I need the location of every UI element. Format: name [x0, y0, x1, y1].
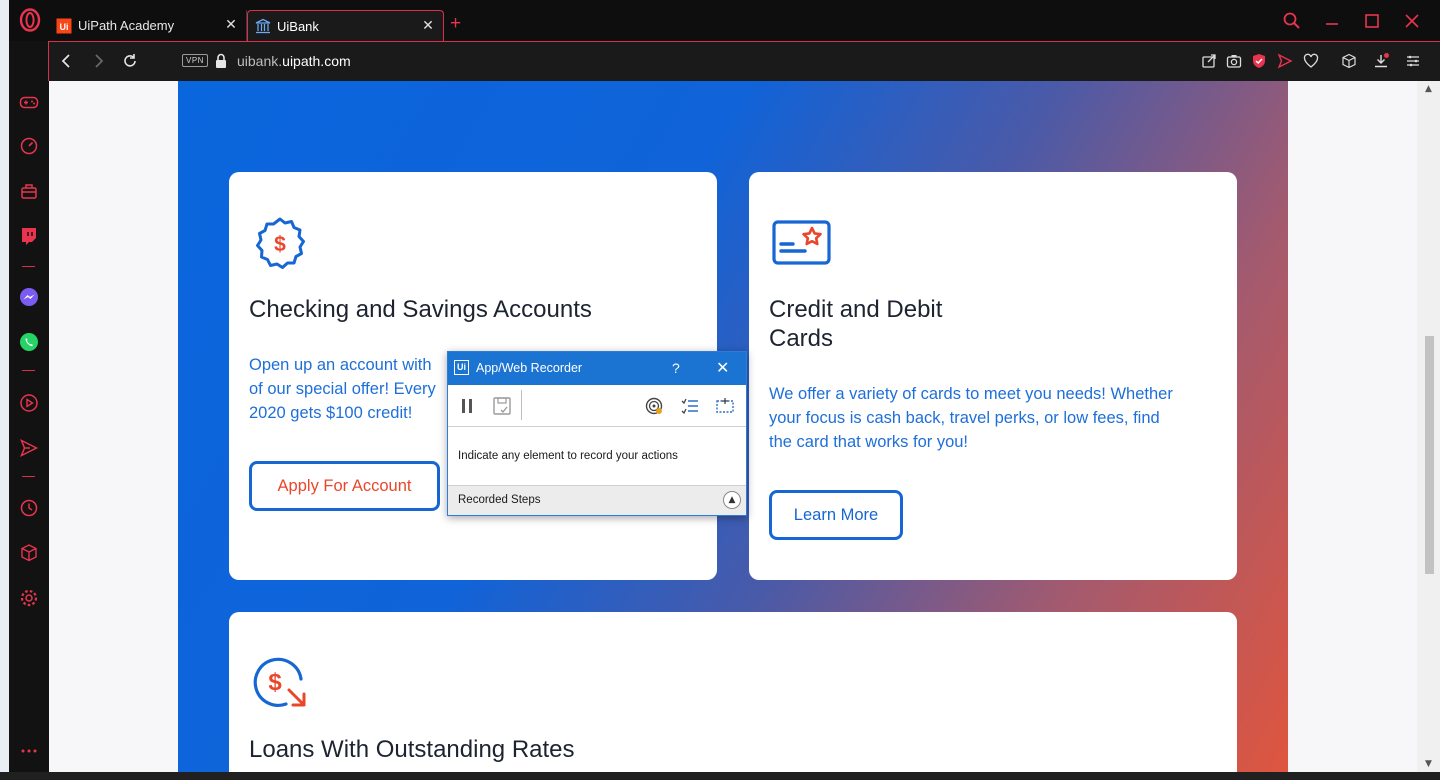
settings-gear-icon[interactable] [19, 588, 39, 608]
recorder-titlebar[interactable]: Ui App/Web Recorder ? ✕ [448, 352, 746, 385]
heart-icon[interactable] [1303, 53, 1319, 69]
credit-card-star-icon [772, 220, 831, 265]
taskbar [0, 772, 1440, 780]
help-button[interactable]: ? [672, 360, 680, 376]
card-credit-debit: Credit and Debit Cards We offer a variet… [749, 172, 1237, 580]
card-description-line: of our special offer! Every [249, 380, 436, 398]
url-field[interactable]: uibank.uipath.com [237, 53, 351, 69]
card-description-line: your focus is cash back, travel perks, o… [769, 409, 1160, 427]
maximize-icon[interactable] [1361, 10, 1383, 32]
gamepad-icon[interactable] [19, 92, 39, 112]
forward-icon[interactable] [89, 52, 107, 70]
tab-label: UiPath Academy [78, 18, 175, 33]
dollar-badge-icon: $ [256, 217, 305, 269]
learn-more-button[interactable]: Learn More [769, 490, 903, 540]
recorded-steps-label: Recorded Steps [458, 494, 541, 506]
card-title: Loans With Outstanding Rates [249, 736, 575, 763]
uipath-logo-icon: Ui [56, 18, 72, 34]
app-web-recorder-dialog: Ui App/Web Recorder ? ✕ Indicate any ele… [447, 351, 747, 516]
workspaces-bag-icon[interactable] [19, 181, 39, 201]
lock-icon[interactable] [215, 53, 227, 69]
svg-text:$: $ [274, 233, 286, 256]
opera-menu-icon[interactable] [19, 8, 41, 32]
save-icon[interactable] [492, 396, 512, 416]
url-domain: uipath.com [282, 53, 351, 69]
recorded-list-icon[interactable] [680, 396, 700, 416]
close-window-icon[interactable] [1401, 10, 1423, 32]
share-icon[interactable] [1201, 53, 1217, 69]
scrollbar-thumb[interactable] [1425, 336, 1434, 574]
address-bar: VPN uibank.uipath.com [48, 41, 1440, 81]
flow-send-icon[interactable] [1277, 53, 1293, 69]
card-description-line: Open up an account with [249, 356, 432, 374]
download-icon[interactable] [1373, 53, 1389, 69]
card-description-line: 2020 gets $100 credit! [249, 404, 413, 422]
sidebar-separator [22, 476, 35, 477]
camera-icon[interactable] [1226, 53, 1242, 69]
player-icon[interactable] [19, 393, 39, 413]
url-subdomain: uibank. [237, 53, 283, 69]
tab-uibank[interactable]: UiBank ✕ [247, 10, 444, 41]
more-dots-icon[interactable] [19, 741, 39, 761]
whatsapp-icon[interactable] [19, 332, 39, 352]
close-tab-icon[interactable]: ✕ [420, 17, 436, 33]
recorded-steps-panel[interactable]: Recorded Steps ▲ [448, 485, 746, 515]
twitch-icon[interactable] [19, 226, 39, 246]
extensions-cube-icon[interactable] [1341, 53, 1357, 69]
recorder-toolbar [448, 385, 746, 427]
close-tab-icon[interactable]: ✕ [223, 16, 239, 32]
sidebar-separator [22, 370, 35, 371]
flow-send-icon[interactable] [19, 438, 39, 458]
minimize-icon[interactable] [1321, 10, 1343, 32]
back-icon[interactable] [58, 52, 76, 70]
screen-selection-icon[interactable] [715, 396, 735, 416]
close-recorder-button[interactable]: ✕ [716, 358, 729, 378]
search-tabs-icon[interactable] [1281, 10, 1303, 32]
speed-dial-gauge-icon[interactable] [19, 136, 39, 156]
history-clock-icon[interactable] [19, 498, 39, 518]
collapse-chevron-icon[interactable]: ▲ [723, 491, 741, 509]
tab-label: UiBank [277, 18, 319, 34]
tab-bar: Ui UiPath Academy ✕ UiBank ✕ + [9, 0, 1440, 41]
card-description-line: We offer a variety of cards to meet you … [769, 385, 1173, 403]
desktop-background [0, 0, 9, 780]
new-tab-button[interactable]: + [450, 14, 461, 34]
card-title: Credit and Debit [769, 296, 943, 323]
scroll-up-icon[interactable]: ▲ [1425, 84, 1432, 94]
card-title: Cards [769, 325, 834, 352]
reload-icon[interactable] [121, 52, 139, 70]
bank-icon [255, 18, 271, 34]
pause-icon[interactable] [458, 396, 478, 416]
adblock-shield-icon[interactable] [1251, 53, 1267, 69]
extensions-cube-icon[interactable] [19, 543, 39, 563]
card-description-line: the card that works for you! [769, 433, 969, 451]
tab-uipath-academy[interactable]: Ui UiPath Academy ✕ [49, 10, 247, 41]
scroll-down-icon[interactable]: ▼ [1425, 759, 1432, 769]
svg-text:Ui: Ui [60, 22, 69, 32]
card-loans: $ Loans With Outstanding Rates [229, 612, 1237, 772]
recorder-title: App/Web Recorder [476, 361, 583, 375]
recorder-instruction: Indicate any element to record your acti… [458, 450, 678, 462]
target-fingerprint-icon[interactable] [644, 396, 664, 416]
apply-for-account-button[interactable]: Apply For Account [249, 461, 440, 511]
svg-text:$: $ [268, 669, 282, 696]
vpn-badge[interactable]: VPN [182, 54, 208, 67]
uipath-logo-icon: Ui [454, 360, 469, 375]
toolbar-divider [521, 390, 522, 420]
card-title: Checking and Savings Accounts [249, 296, 592, 323]
opera-sidebar [9, 41, 48, 780]
easy-setup-menu-icon[interactable] [1405, 53, 1421, 69]
dollar-arrow-icon: $ [253, 657, 306, 707]
page-scrollbar[interactable]: ▲ ▼ [1417, 81, 1440, 772]
messenger-icon[interactable] [19, 287, 39, 307]
sidebar-separator [22, 266, 35, 267]
